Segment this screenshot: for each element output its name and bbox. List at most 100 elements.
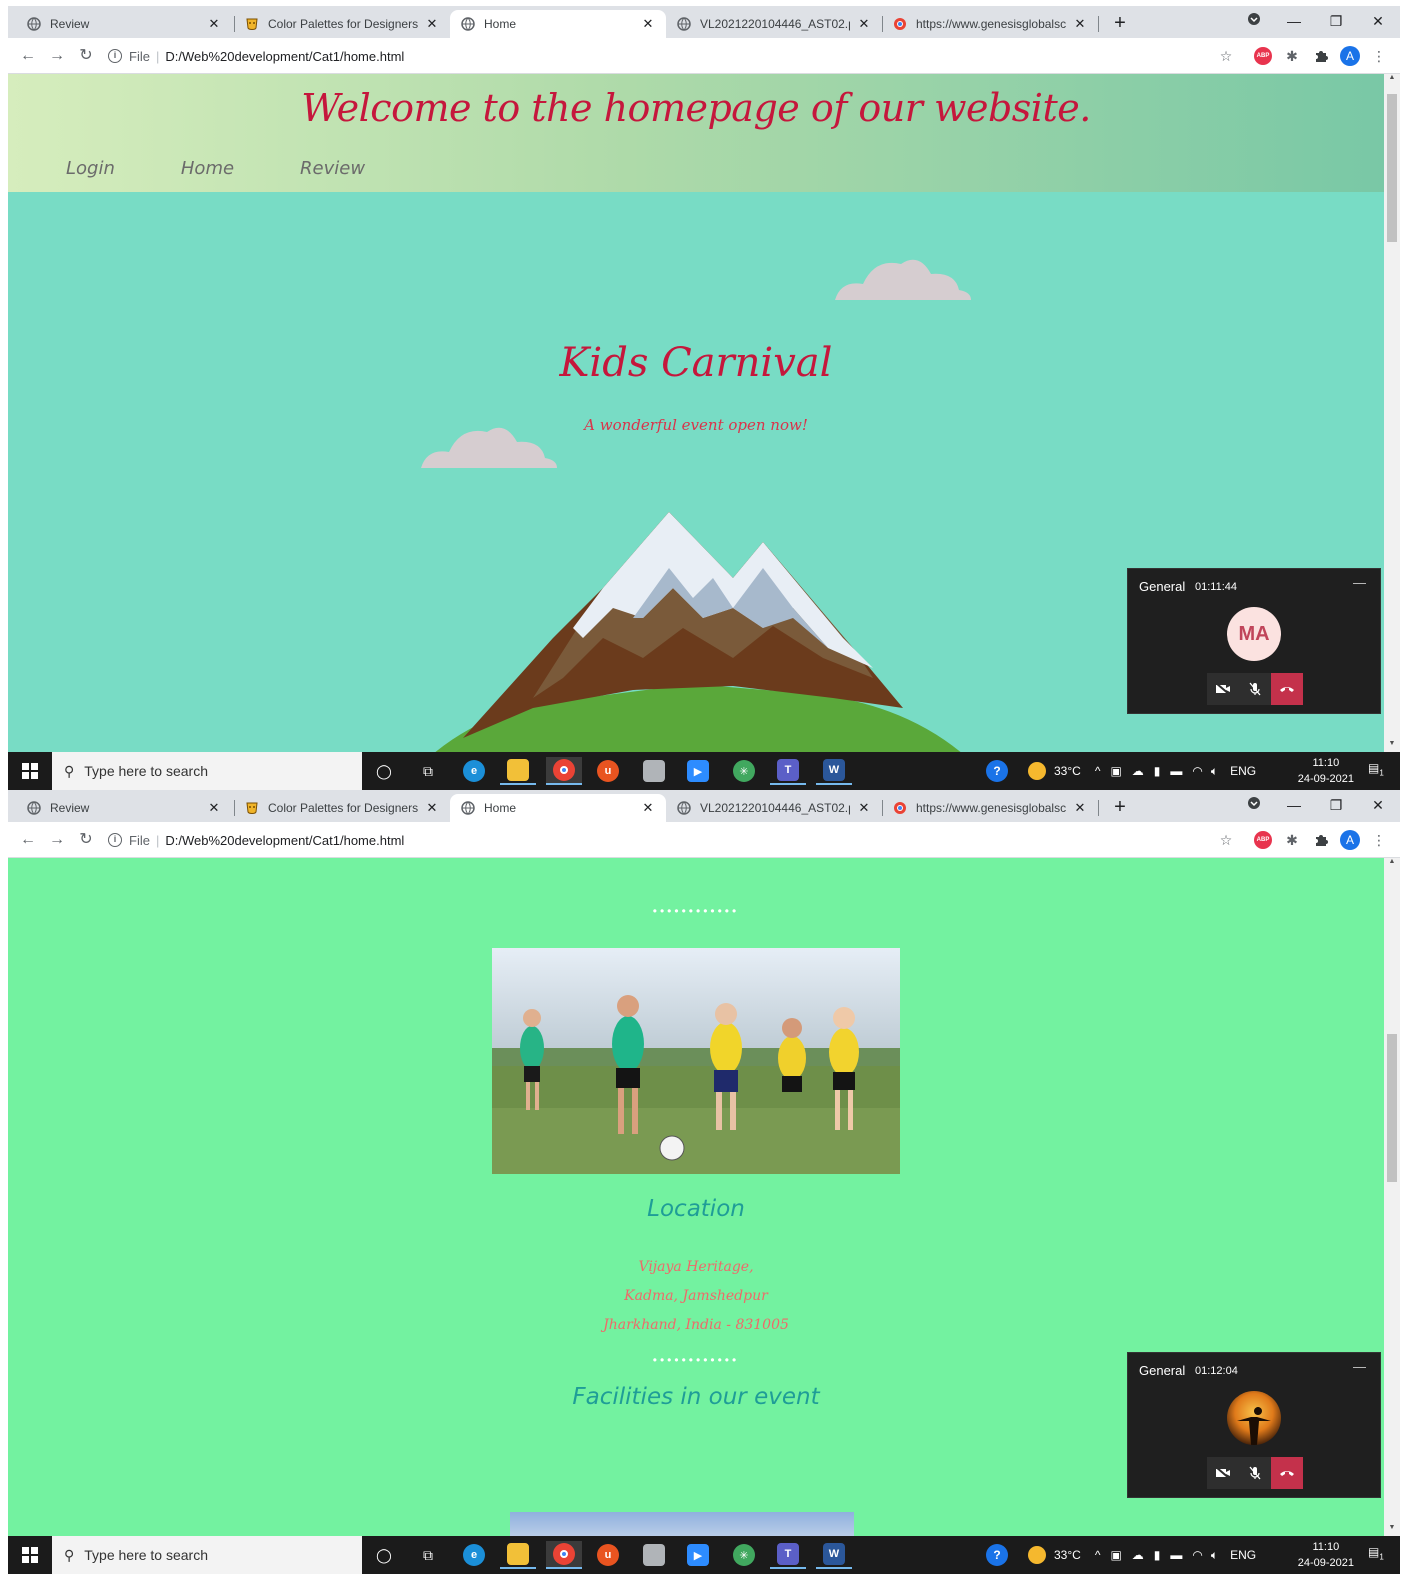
- chrome-taskbar-icon[interactable]: [546, 757, 582, 785]
- tray-app-icon[interactable]: ▣: [1110, 764, 1121, 778]
- taskbar-search-box[interactable]: ⚲ Type here to search: [52, 1536, 362, 1574]
- tab-pdf[interactable]: VL2021220104446_AST02.pdf ✕: [666, 10, 882, 38]
- tab-review[interactable]: Review ✕: [16, 10, 232, 38]
- hang-up-icon[interactable]: [1271, 673, 1303, 705]
- teams-call-window[interactable]: General 01:12:04 —: [1127, 1352, 1381, 1498]
- scroll-up-arrow-icon[interactable]: ▲: [1384, 74, 1400, 86]
- chevron-up-icon[interactable]: ^: [1095, 1548, 1101, 1562]
- teams-minimize-icon[interactable]: —: [1353, 1359, 1366, 1374]
- windows-start-icon[interactable]: [8, 1536, 52, 1574]
- profile-avatar[interactable]: A: [1340, 46, 1360, 66]
- info-icon[interactable]: i: [108, 833, 122, 847]
- tab-review[interactable]: Review ✕: [16, 794, 232, 822]
- wifi-icon[interactable]: ◠: [1192, 1548, 1202, 1562]
- word-icon[interactable]: W: [816, 1541, 852, 1569]
- wifi-icon[interactable]: ◠: [1192, 764, 1202, 778]
- word-icon[interactable]: W: [816, 757, 852, 785]
- adblock-extension-icon[interactable]: ABP: [1253, 830, 1273, 850]
- close-icon[interactable]: ✕: [424, 800, 440, 816]
- battery-icon[interactable]: ▬: [1170, 1548, 1182, 1562]
- edge-icon[interactable]: e: [456, 1541, 492, 1569]
- cortana-icon[interactable]: ◯: [366, 757, 402, 785]
- printer-app-icon[interactable]: [636, 757, 672, 785]
- close-icon[interactable]: ✕: [206, 800, 222, 816]
- nav-link-review[interactable]: Review: [300, 158, 365, 179]
- cortana-icon[interactable]: ◯: [366, 1541, 402, 1569]
- language-indicator[interactable]: ENG: [1230, 1548, 1256, 1562]
- zoom-icon[interactable]: ▶: [680, 757, 716, 785]
- printer-app-icon[interactable]: [636, 1541, 672, 1569]
- close-icon[interactable]: ✕: [856, 16, 872, 32]
- camera-off-icon[interactable]: [1207, 673, 1239, 705]
- close-icon[interactable]: ✕: [424, 16, 440, 32]
- forward-arrow-icon[interactable]: →: [45, 44, 69, 68]
- window-close-icon[interactable]: ✕: [1358, 8, 1398, 34]
- edge-icon[interactable]: e: [456, 757, 492, 785]
- menu-kebab-icon[interactable]: ⋮: [1369, 830, 1389, 850]
- help-icon[interactable]: ?: [986, 760, 1008, 782]
- volume-icon[interactable]: 🔈︎: [1211, 1548, 1218, 1563]
- onedrive-cloud-icon[interactable]: ☁: [1132, 1548, 1144, 1562]
- scroll-up-arrow-icon[interactable]: ▲: [1384, 858, 1400, 870]
- tab-home[interactable]: Home ✕: [450, 794, 666, 822]
- new-tab-button[interactable]: +: [1108, 12, 1132, 36]
- profile-avatar[interactable]: A: [1340, 830, 1360, 850]
- tray-app-icon[interactable]: ▣: [1110, 1548, 1121, 1562]
- teams-icon[interactable]: T: [770, 757, 806, 785]
- battery-icon[interactable]: ▬: [1170, 764, 1182, 778]
- tab-search-icon[interactable]: [1234, 792, 1274, 818]
- language-indicator[interactable]: ENG: [1230, 764, 1256, 778]
- close-icon[interactable]: ✕: [640, 16, 656, 32]
- scroll-down-arrow-icon[interactable]: ▼: [1384, 740, 1400, 752]
- notification-icon[interactable]: ▤1: [1368, 1545, 1388, 1565]
- info-icon[interactable]: i: [108, 49, 122, 63]
- minimize-icon[interactable]: —: [1274, 792, 1314, 818]
- teams-icon[interactable]: T: [770, 1541, 806, 1569]
- mic-off-icon[interactable]: [1239, 673, 1271, 705]
- weather-temperature[interactable]: 33°C: [1054, 1548, 1081, 1562]
- taskbar-search-box[interactable]: ⚲ Type here to search: [52, 752, 362, 790]
- help-icon[interactable]: ?: [986, 1544, 1008, 1566]
- tab-genesis[interactable]: https://www.genesisglobalschoo ✕: [882, 10, 1098, 38]
- tab-genesis[interactable]: https://www.genesisglobalschoo ✕: [882, 794, 1098, 822]
- onedrive-cloud-icon[interactable]: ☁: [1132, 764, 1144, 778]
- menu-kebab-icon[interactable]: ⋮: [1369, 46, 1389, 66]
- new-tab-button[interactable]: +: [1108, 796, 1132, 820]
- extensions-puzzle-icon[interactable]: [1311, 830, 1331, 850]
- file-explorer-icon[interactable]: [500, 757, 536, 785]
- task-view-icon[interactable]: ⧉: [410, 1541, 446, 1569]
- nav-link-home[interactable]: Home: [181, 158, 234, 179]
- bookmark-star-icon[interactable]: ☆: [1216, 830, 1236, 850]
- back-arrow-icon[interactable]: ←: [16, 828, 40, 852]
- back-arrow-icon[interactable]: ←: [16, 44, 40, 68]
- usb-icon[interactable]: ▮: [1154, 1548, 1161, 1562]
- vertical-scrollbar[interactable]: ▲ ▼: [1384, 74, 1400, 752]
- atom-app-icon[interactable]: ✳: [726, 1541, 762, 1569]
- weather-temperature[interactable]: 33°C: [1054, 764, 1081, 778]
- ubuntu-icon[interactable]: u: [590, 757, 626, 785]
- close-icon[interactable]: ✕: [206, 16, 222, 32]
- close-icon[interactable]: ✕: [1072, 16, 1088, 32]
- usb-icon[interactable]: ▮: [1154, 764, 1161, 778]
- bookmark-star-icon[interactable]: ☆: [1216, 46, 1236, 66]
- restore-icon[interactable]: ❐: [1316, 8, 1356, 34]
- teams-minimize-icon[interactable]: —: [1353, 575, 1366, 590]
- reload-icon[interactable]: ↻: [74, 828, 98, 852]
- taskbar-clock[interactable]: 11:10 24-09-2021: [1298, 755, 1354, 787]
- scroll-down-arrow-icon[interactable]: ▼: [1384, 1524, 1400, 1536]
- restore-icon[interactable]: ❐: [1316, 792, 1356, 818]
- window-close-icon[interactable]: ✕: [1358, 792, 1398, 818]
- close-icon[interactable]: ✕: [856, 800, 872, 816]
- chevron-up-icon[interactable]: ^: [1095, 764, 1101, 778]
- reload-icon[interactable]: ↻: [74, 44, 98, 68]
- notification-icon[interactable]: ▤1: [1368, 761, 1388, 781]
- zoom-icon[interactable]: ▶: [680, 1541, 716, 1569]
- tab-search-icon[interactable]: [1234, 8, 1274, 34]
- hang-up-icon[interactable]: [1271, 1457, 1303, 1489]
- extensions-puzzle-icon[interactable]: [1311, 46, 1331, 66]
- teams-call-window[interactable]: General 01:11:44 — MA: [1127, 568, 1381, 714]
- address-bar[interactable]: i File | D:/Web%20development/Cat1/home.…: [108, 42, 1188, 70]
- address-bar[interactable]: i File | D:/Web%20development/Cat1/home.…: [108, 826, 1188, 854]
- file-explorer-icon[interactable]: [500, 1541, 536, 1569]
- tab-home[interactable]: Home ✕: [450, 10, 666, 38]
